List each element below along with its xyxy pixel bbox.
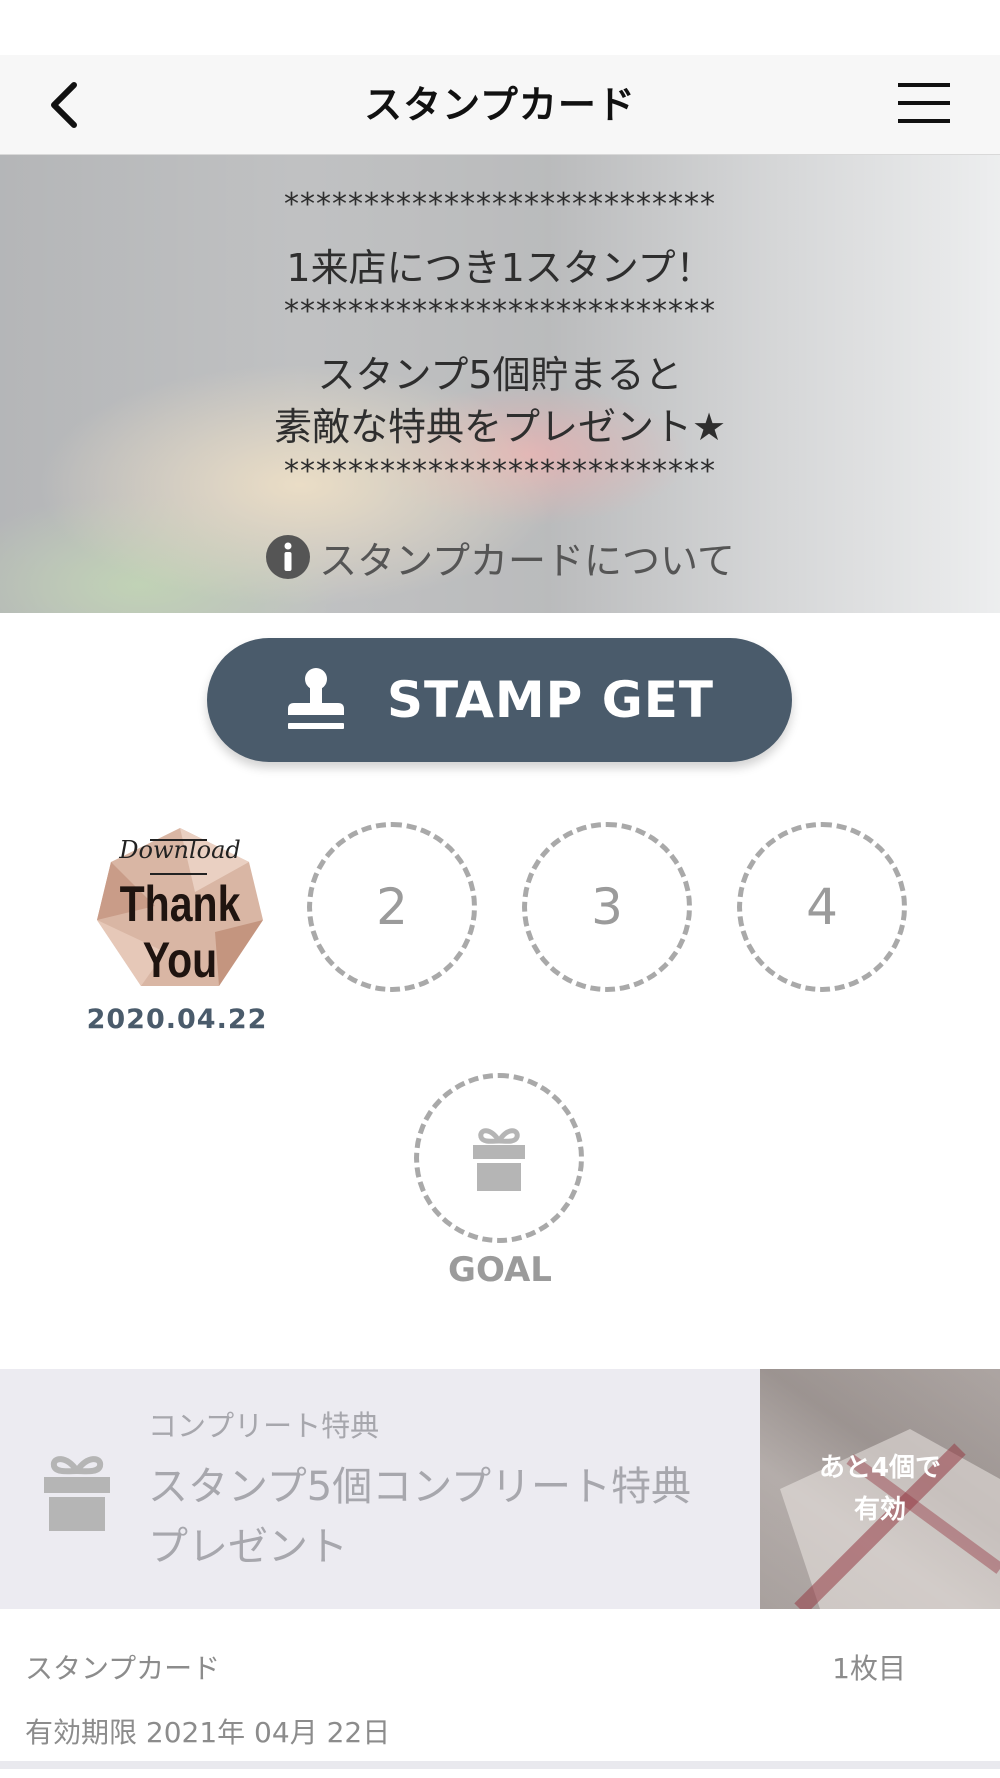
complete-bonus-card[interactable]: コンプリート特典 スタンプ5個コンプリート特典 プレゼント あと4個で 有効 [0, 1369, 1000, 1609]
hero-stars-bottom: *************************** [284, 454, 716, 489]
card-count: 1枚目 [832, 1652, 906, 1685]
stamp-get-label: STAMP GET [386, 671, 715, 729]
stamp-slot-3: 3 [522, 822, 692, 992]
menu-button[interactable] [896, 79, 952, 129]
bonus-remaining-line-2: 有効 [853, 1495, 906, 1525]
stamp-icon [287, 668, 344, 729]
stamp-date: 2020.04.22 [86, 1004, 268, 1035]
page-title: スタンプカード [364, 83, 636, 127]
stamp-slot-number: 2 [376, 878, 408, 936]
stamp-slot-goal [414, 1073, 584, 1243]
hero-line-present: 素敵な特典をプレゼント★ [273, 405, 727, 449]
nav-bar: スタンプカード [0, 55, 1000, 155]
bonus-title: スタンプ5個コンプリート特典 プレゼント [148, 1457, 748, 1577]
bonus-title-line-1: スタンプ5個コンプリート特典 [148, 1464, 692, 1510]
gift-icon [44, 1456, 110, 1531]
bonus-remaining-line-1: あと4個で [818, 1453, 942, 1483]
card-info: スタンプカード 1枚目 有効期限 2021年 04月 22日 [0, 1609, 1000, 1769]
hero-stars-middle: *************************** [284, 294, 716, 329]
bonus-title-line-2: プレゼント [148, 1524, 348, 1570]
stamp-text-download: Download [119, 836, 241, 864]
stamp-slot-2: 2 [307, 822, 477, 992]
hero-banner: *************************** 1来店につき1スタンプ！… [0, 155, 1000, 613]
bonus-thumbnail: あと4個で 有効 [760, 1369, 1000, 1609]
stamp-text-thank: Thank [119, 876, 241, 932]
stamp-get-button[interactable]: STAMP GET [207, 638, 792, 762]
bonus-category: コンプリート特典 [148, 1409, 380, 1443]
stamp-slot-number: 3 [591, 878, 623, 936]
gift-icon [473, 1128, 525, 1191]
info-icon [266, 535, 311, 579]
stamp-slot-number: 4 [806, 878, 838, 936]
hamburger-menu-icon [898, 83, 950, 123]
bonus-remaining: あと4個で 有効 [760, 1447, 1000, 1531]
card-label: スタンプカード [25, 1652, 221, 1685]
card-expiry: 有効期限 2021年 04月 22日 [25, 1716, 391, 1749]
about-stampcard-link[interactable]: スタンプカードについて [0, 527, 1000, 587]
about-stampcard-label: スタンプカードについて [319, 538, 735, 583]
stamp-slot-4: 4 [737, 822, 907, 992]
goal-label: GOAL [448, 1250, 552, 1290]
hero-line-collect: スタンプ5個貯まると [317, 353, 683, 397]
hero-stars-top: *************************** [284, 187, 716, 222]
hero-line-visit: 1来店につき1スタンプ！ [286, 246, 714, 290]
stamp-text-you: You [142, 932, 218, 988]
status-bar [0, 0, 1000, 55]
